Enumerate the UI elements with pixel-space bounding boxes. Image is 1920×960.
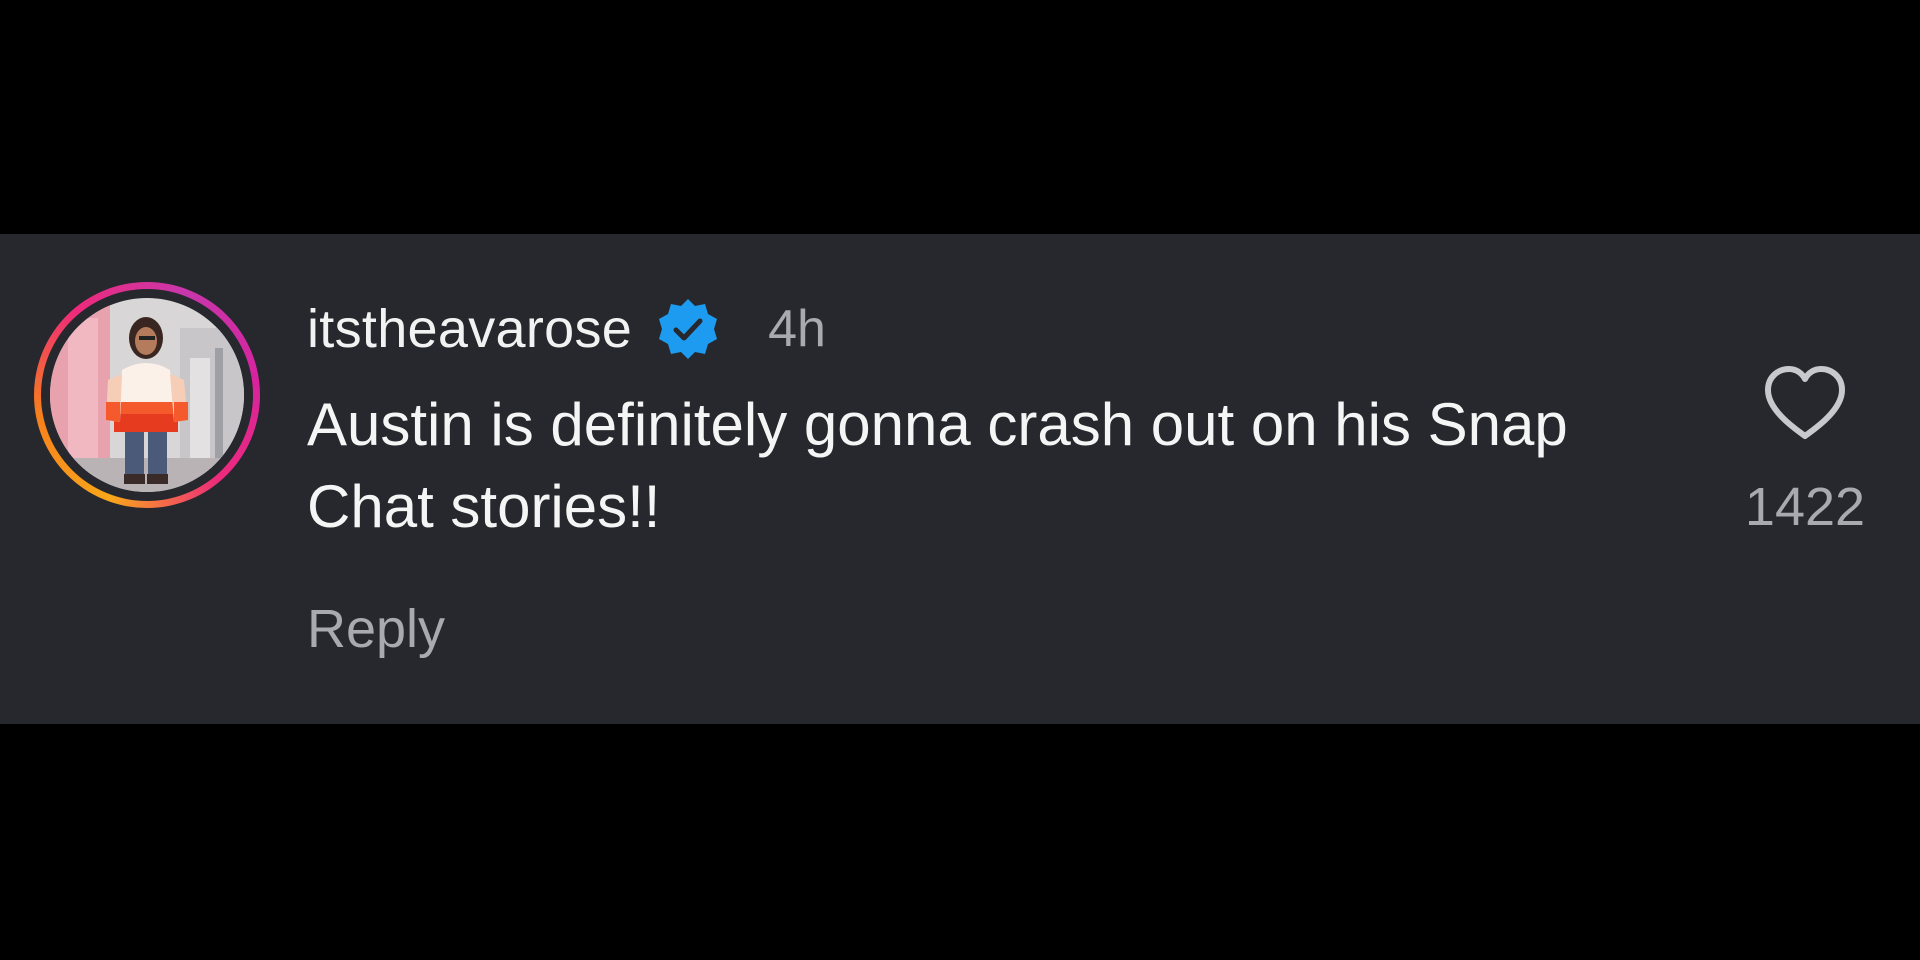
like-group: 1422 (1740, 364, 1870, 554)
comment-card: itstheavarose 4h Austin is definitely go… (0, 234, 1920, 724)
timestamp: 4h (768, 300, 826, 358)
comment-meta: itstheavarose 4h (307, 292, 826, 366)
avatar-gap (41, 289, 253, 501)
reply-button[interactable]: Reply (307, 592, 445, 666)
story-ring[interactable] (34, 282, 260, 508)
avatar[interactable] (50, 298, 244, 492)
username[interactable]: itstheavarose (307, 292, 632, 366)
screen: itstheavarose 4h Austin is definitely go… (0, 0, 1920, 960)
like-count: 1422 (1744, 477, 1866, 537)
heart-icon[interactable] (1762, 364, 1848, 442)
verified-badge-icon (659, 299, 718, 359)
comment-text: Austin is definitely gonna crash out on … (307, 391, 1568, 540)
